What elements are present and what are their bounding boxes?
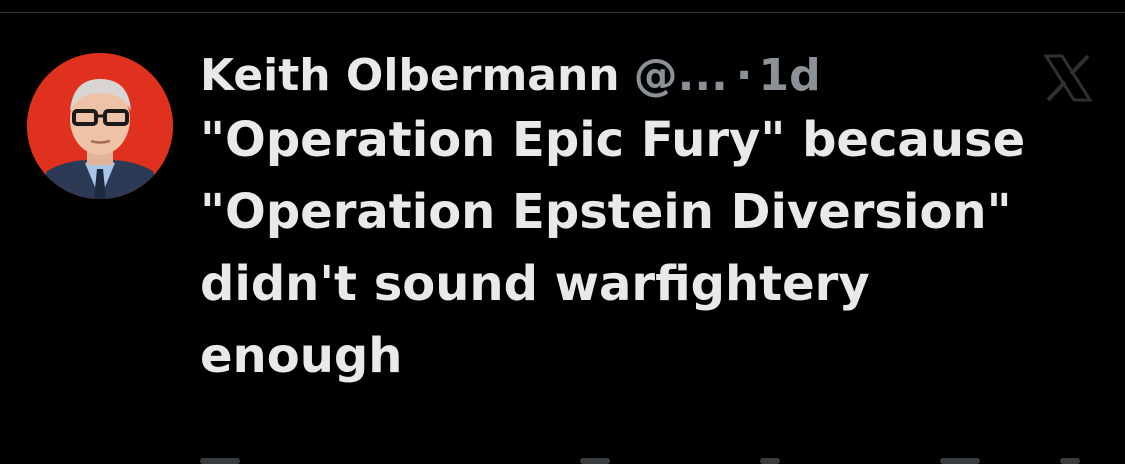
share-icon[interactable] — [1060, 458, 1080, 464]
avatar[interactable] — [27, 53, 173, 199]
bookmark-icon[interactable] — [940, 458, 980, 464]
reply-icon[interactable] — [200, 458, 240, 464]
tweet-header: Keith Olbermann @... · 1d — [200, 48, 1100, 104]
tweet-text-line: "Operation Epstein Diversion" — [200, 184, 1012, 240]
tweet-text-line: didn't sound warfightery — [200, 256, 870, 312]
tweet-text-line: "Operation Epic Fury" because — [200, 112, 1026, 168]
timestamp[interactable]: 1d — [759, 48, 821, 104]
author-name[interactable]: Keith Olbermann — [200, 48, 620, 104]
author-handle[interactable]: @... — [634, 48, 728, 104]
separator-dot: · — [735, 50, 753, 101]
tweet-text-line: enough — [200, 328, 403, 384]
retweet-icon[interactable] — [580, 458, 610, 464]
tweet-body: Keith Olbermann @... · 1d "Operation Epi… — [200, 48, 1100, 392]
tweet-text: "Operation Epic Fury" because "Operation… — [200, 104, 1080, 392]
avatar-photo — [27, 53, 173, 199]
action-bar — [200, 452, 1080, 464]
x-logo-icon[interactable] — [1040, 52, 1096, 104]
top-divider — [0, 12, 1125, 13]
like-icon[interactable] — [760, 458, 780, 464]
